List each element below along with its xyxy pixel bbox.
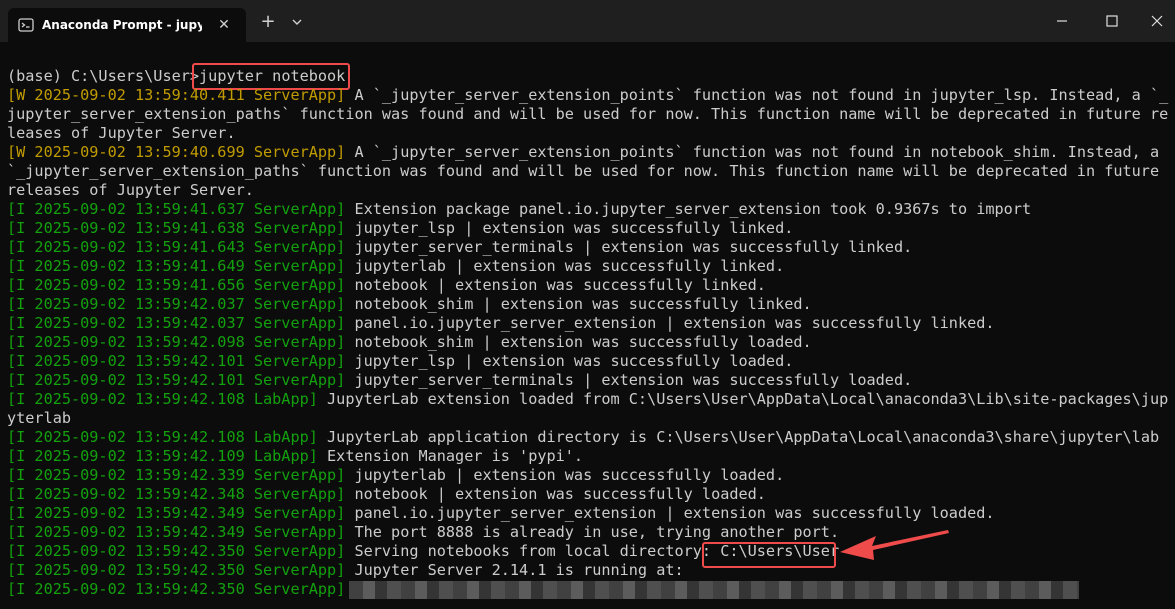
log-line: [W 2025-09-02 13:59:40.411 ServerApp] A … [7, 86, 1168, 105]
new-tab-button[interactable]: + [258, 12, 278, 32]
log-line: [I 2025-09-02 13:59:42.101 ServerApp] ju… [7, 352, 793, 371]
log-message: jupyter_server_terminals | extension was… [345, 371, 913, 389]
log-message: The port 8888 is already in use, trying … [345, 523, 840, 541]
log-prefix: [I 2025-09-02 13:59:41.649 ServerApp] [7, 257, 346, 275]
log-message: Extension package panel.io.jupyter_serve… [345, 200, 1032, 218]
log-prefix: [I 2025-09-02 13:59:41.656 ServerApp] [7, 276, 346, 294]
log-prefix: [I 2025-09-02 13:59:42.350 ServerApp] [7, 580, 346, 598]
log-prefix: [I 2025-09-02 13:59:42.101 ServerApp] [7, 352, 346, 370]
log-prefix: [I 2025-09-02 13:59:42.037 ServerApp] [7, 314, 346, 332]
log-line: [I 2025-09-02 13:59:42.098 ServerApp] no… [7, 333, 812, 352]
log-message: notebook | extension was successfully li… [345, 276, 766, 294]
log-message: releases of Jupyter Server. [7, 181, 254, 199]
log-line: [I 2025-09-02 13:59:41.637 ServerApp] Ex… [7, 200, 1031, 219]
log-message: Extension Manager is 'pypi'. [317, 447, 584, 465]
log-line: releases of Jupyter Server. [7, 181, 254, 200]
chevron-down-icon[interactable] [288, 12, 306, 32]
log-message: jupyter_server_extension_paths` function… [7, 105, 1169, 123]
log-line: [I 2025-09-02 13:59:42.108 LabApp] Jupyt… [7, 390, 1168, 409]
log-prefix: [I 2025-09-02 13:59:41.637 ServerApp] [7, 200, 346, 218]
log-line: [I 2025-09-02 13:59:42.101 ServerApp] ju… [7, 371, 912, 390]
log-message: panel.io.jupyter_server_extension | exte… [345, 504, 995, 522]
log-message: jupyter_lsp | extension was successfully… [345, 219, 794, 237]
log-prefix: [I 2025-09-02 13:59:42.349 ServerApp] [7, 523, 346, 541]
log-line: [I 2025-09-02 13:59:42.350 ServerApp] Ju… [7, 561, 684, 580]
log-prefix: [I 2025-09-02 13:59:42.339 ServerApp] [7, 466, 346, 484]
log-prefix: [I 2025-09-02 13:59:42.098 ServerApp] [7, 333, 346, 351]
log-message: Jupyter Server 2.14.1 is running at: [345, 561, 684, 579]
terminal-icon [18, 18, 34, 32]
log-message: notebook_shim | extension was successful… [345, 295, 812, 313]
directory-highlight [702, 542, 836, 568]
redacted-url [349, 581, 1079, 599]
log-message: JupyterLab application directory is C:\U… [317, 428, 1160, 446]
log-prefix: [I 2025-09-02 13:59:42.108 LabApp] [7, 428, 318, 446]
close-window-icon[interactable] [1142, 9, 1172, 33]
log-message: A `_jupyter_server_extension_points` fun… [345, 86, 1169, 104]
log-line: `_jupyter_server_extension_paths` functi… [7, 162, 1159, 181]
log-prefix: [I 2025-09-02 13:59:42.350 ServerApp] [7, 561, 346, 579]
close-tab-icon[interactable]: ✕ [214, 15, 234, 35]
log-line: [I 2025-09-02 13:59:42.037 ServerApp] pa… [7, 314, 995, 333]
log-prefix: [I 2025-09-02 13:59:42.349 ServerApp] [7, 504, 346, 522]
log-message: JupyterLab extension loaded from C:\User… [317, 390, 1169, 408]
arrow-icon [840, 530, 949, 560]
log-prefix: [I 2025-09-02 13:59:41.638 ServerApp] [7, 219, 346, 237]
log-message: yterlab [7, 409, 72, 427]
log-line: [I 2025-09-02 13:59:42.348 ServerApp] no… [7, 485, 766, 504]
prompt-prefix: (base) C:\Users\User> [7, 67, 200, 85]
log-message: jupyter_lsp | extension was successfully… [345, 352, 794, 370]
log-prefix: [I 2025-09-02 13:59:41.643 ServerApp] [7, 238, 346, 256]
log-line: [I 2025-09-02 13:59:42.109 LabApp] Exten… [7, 447, 583, 466]
log-line: [I 2025-09-02 13:59:41.638 ServerApp] ju… [7, 219, 793, 238]
minimize-icon[interactable] [1047, 9, 1077, 33]
log-message: jupyterlab | extension was successfully … [345, 257, 785, 275]
log-message: `_jupyter_server_extension_paths` functi… [7, 162, 1160, 180]
log-line: [I 2025-09-02 13:59:41.649 ServerApp] ju… [7, 257, 784, 276]
log-prefix: [I 2025-09-02 13:59:42.037 ServerApp] [7, 295, 346, 313]
log-prefix: [W 2025-09-02 13:59:40.411 ServerApp] [7, 86, 346, 104]
maximize-icon[interactable] [1097, 9, 1127, 33]
log-prefix: [I 2025-09-02 13:59:42.350 ServerApp] [7, 542, 346, 560]
log-message: notebook | extension was successfully lo… [345, 485, 766, 503]
log-line: [I 2025-09-02 13:59:41.656 ServerApp] no… [7, 276, 766, 295]
tab-title: Anaconda Prompt - jupyter no [42, 18, 202, 32]
log-line: [I 2025-09-02 13:59:41.643 ServerApp] ju… [7, 238, 912, 257]
log-line: [W 2025-09-02 13:59:40.699 ServerApp] A … [7, 143, 1159, 162]
log-line: jupyter_server_extension_paths` function… [7, 105, 1168, 124]
log-prefix: [I 2025-09-02 13:59:42.108 LabApp] [7, 390, 318, 408]
log-message: panel.io.jupyter_server_extension | exte… [345, 314, 995, 332]
log-prefix: [I 2025-09-02 13:59:42.101 ServerApp] [7, 371, 346, 389]
log-line: [I 2025-09-02 13:59:42.037 ServerApp] no… [7, 295, 812, 314]
log-line: yterlab [7, 409, 71, 428]
terminal-tab[interactable]: Anaconda Prompt - jupyter no ✕ [8, 8, 246, 42]
log-line: leases of Jupyter Server. [7, 124, 236, 143]
log-line: [I 2025-09-02 13:59:42.349 ServerApp] Th… [7, 523, 839, 542]
log-message: A `_jupyter_server_extension_points` fun… [345, 143, 1160, 161]
log-line: [I 2025-09-02 13:59:42.349 ServerApp] pa… [7, 504, 995, 523]
log-prefix: [I 2025-09-02 13:59:42.109 LabApp] [7, 447, 318, 465]
log-message: jupyter_server_terminals | extension was… [345, 238, 913, 256]
log-prefix: [I 2025-09-02 13:59:42.348 ServerApp] [7, 485, 346, 503]
log-line: [I 2025-09-02 13:59:42.108 LabApp] Jupyt… [7, 428, 1159, 447]
log-prefix: [W 2025-09-02 13:59:40.699 ServerApp] [7, 143, 346, 161]
log-message: leases of Jupyter Server. [7, 124, 236, 142]
log-line: [I 2025-09-02 13:59:42.350 ServerApp] [7, 580, 345, 599]
log-message: notebook_shim | extension was successful… [345, 333, 812, 351]
title-bar: Anaconda Prompt - jupyter no ✕ + [0, 0, 1175, 42]
log-line: [I 2025-09-02 13:59:42.339 ServerApp] ju… [7, 466, 784, 485]
log-message: jupyterlab | extension was successfully … [345, 466, 785, 484]
